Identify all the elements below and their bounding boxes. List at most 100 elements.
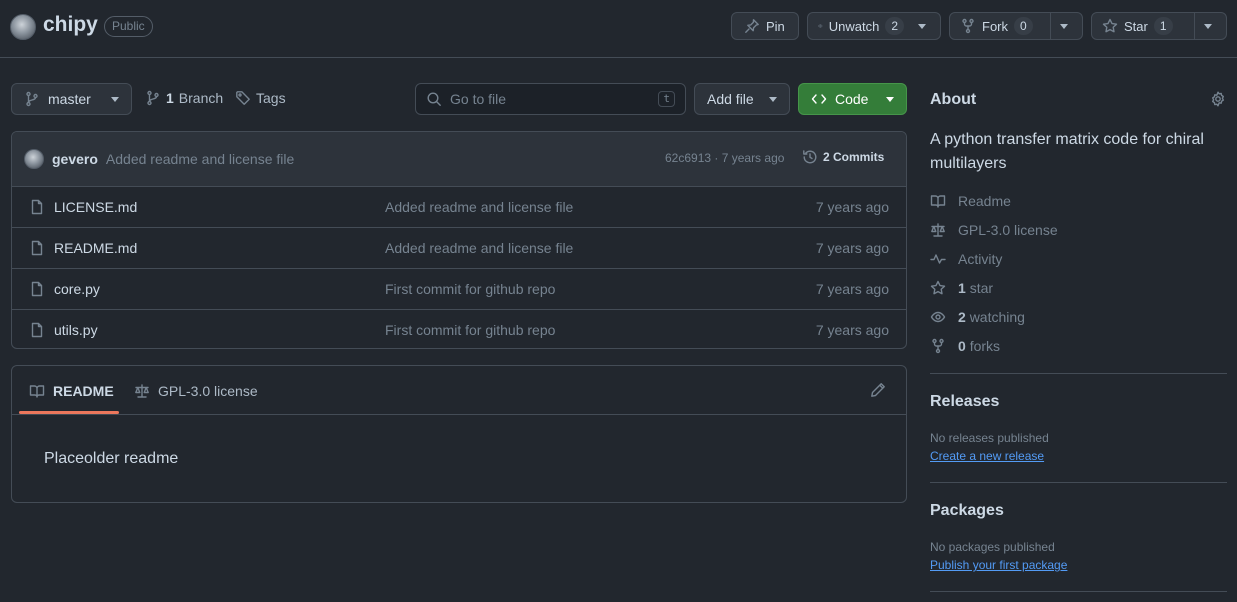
readme-tabs: README GPL-3.0 license — [12, 366, 906, 415]
license-link[interactable]: GPL-3.0 license — [930, 222, 1058, 238]
stars-link[interactable]: 1 star — [930, 280, 993, 296]
about-title: About — [930, 91, 977, 108]
about-description: A python transfer matrix code for chiral… — [930, 131, 1204, 172]
code-icon — [811, 94, 827, 104]
packages-title[interactable]: Packages — [930, 502, 1004, 520]
book-icon — [29, 384, 45, 398]
file-commit-message[interactable]: First commit for github repo — [385, 322, 555, 338]
file-commit-message[interactable]: Added readme and license file — [385, 240, 573, 256]
activity-link[interactable]: Activity — [930, 251, 1002, 267]
fork-dropdown[interactable] — [1050, 13, 1077, 39]
pulse-icon — [930, 254, 946, 264]
file-name[interactable]: utils.py — [54, 322, 98, 338]
visibility-badge: Public — [104, 16, 153, 37]
edit-about-button[interactable] — [1210, 91, 1226, 107]
tags-link[interactable]: Tags — [235, 90, 286, 106]
commits-link[interactable]: 2 Commits — [802, 149, 884, 165]
file-name[interactable]: LICENSE.md — [54, 199, 137, 215]
chevron-down-icon — [886, 96, 894, 102]
branch-icon — [147, 90, 159, 106]
eye-icon — [818, 24, 823, 28]
readme-link[interactable]: Readme — [930, 193, 1011, 209]
code-label: Code — [835, 91, 869, 107]
file-icon — [31, 281, 43, 297]
divider — [930, 591, 1227, 592]
readme-content: Placeolder readme — [44, 450, 179, 467]
watchers-link[interactable]: 2 watching — [930, 309, 1025, 325]
publish-package-link[interactable]: Publish your first package — [930, 558, 1067, 572]
add-file-button[interactable]: Add file — [694, 83, 790, 115]
fork-counter: 0 — [1014, 17, 1033, 35]
chevron-down-icon — [1204, 23, 1212, 29]
latest-commit: gevero Added readme and license file 62c… — [12, 132, 906, 187]
commit-message[interactable]: Added readme and license file — [106, 151, 294, 167]
chevron-down-icon — [1060, 23, 1068, 29]
file-time: 7 years ago — [815, 199, 889, 215]
file-browser: gevero Added readme and license file 62c… — [11, 131, 907, 349]
law-icon — [135, 383, 149, 398]
commit-author[interactable]: gevero — [52, 151, 98, 167]
file-time: 7 years ago — [815, 322, 889, 338]
fork-button[interactable]: Fork 0 — [949, 12, 1083, 40]
chevron-down-icon — [769, 96, 777, 102]
tab-license[interactable]: GPL-3.0 license — [134, 366, 258, 415]
file-commit-message[interactable]: Added readme and license file — [385, 199, 573, 215]
repo-name[interactable]: chipy — [43, 13, 98, 37]
table-row[interactable]: core.py First commit for github repo 7 y… — [12, 269, 906, 310]
table-row[interactable]: LICENSE.md Added readme and license file… — [12, 187, 906, 228]
watch-button[interactable]: Unwatch 2 — [807, 12, 941, 40]
branch-count: 1 — [166, 90, 174, 106]
file-commit-message[interactable]: First commit for github repo — [385, 281, 555, 297]
star-counter: 1 — [1153, 17, 1173, 35]
watching-count: 2 — [958, 309, 966, 325]
releases-status: No releases published — [930, 431, 1049, 445]
divider — [930, 482, 1227, 483]
search-shortcut: t — [658, 91, 675, 107]
stars-count: 1 — [958, 280, 966, 296]
table-row[interactable]: README.md Added readme and license file … — [12, 228, 906, 269]
tab-readme[interactable]: README — [29, 366, 114, 415]
star-icon — [930, 280, 946, 295]
avatar[interactable] — [24, 149, 44, 169]
pin-button[interactable]: Pin — [731, 12, 799, 40]
table-row[interactable]: utils.py First commit for github repo 7 … — [12, 310, 906, 348]
file-icon — [31, 322, 43, 338]
forks-label: forks — [969, 338, 1001, 354]
activity-link-label: Activity — [958, 251, 1003, 267]
tab-readme-label: README — [53, 382, 114, 399]
file-name[interactable]: README.md — [54, 240, 137, 256]
go-to-file-input[interactable]: Go to file t — [415, 83, 686, 115]
readme-panel: README GPL-3.0 license Placeolder readme — [11, 365, 907, 503]
tags-label: Tags — [256, 90, 286, 106]
star-dropdown[interactable] — [1194, 13, 1221, 39]
divider — [930, 373, 1227, 374]
code-button[interactable]: Code — [798, 83, 907, 115]
watch-label: Unwatch — [828, 18, 880, 34]
file-name[interactable]: core.py — [54, 281, 100, 297]
fork-icon — [932, 338, 944, 354]
watch-counter: 2 — [885, 17, 904, 35]
branch-selector[interactable]: master — [11, 83, 132, 115]
owner-avatar[interactable] — [10, 14, 36, 40]
fork-label: Fork — [982, 18, 1008, 34]
star-button[interactable]: Star 1 — [1091, 12, 1227, 40]
pencil-icon — [871, 383, 885, 397]
create-release-link[interactable]: Create a new release — [930, 449, 1044, 463]
forks-link[interactable]: 0 forks — [930, 338, 1000, 354]
watch-dropdown[interactable] — [914, 13, 932, 39]
chevron-down-icon — [111, 96, 119, 102]
edit-readme-button[interactable] — [870, 382, 886, 398]
file-time: 7 years ago — [815, 240, 889, 256]
star-label: Star — [1124, 18, 1148, 34]
fork-icon — [962, 18, 974, 34]
eye-icon — [930, 311, 946, 323]
repo-header: chipy Public Pin Unwatch 2 Fork 0 Star 1 — [0, 0, 1237, 58]
search-placeholder: Go to file — [450, 91, 507, 107]
file-icon — [31, 199, 43, 215]
branches-link[interactable]: 1 Branch — [145, 90, 223, 106]
commit-meta[interactable]: 62c6913 · 7 years ago — [665, 151, 784, 165]
watching-label: watching — [969, 309, 1025, 325]
branch-icon — [26, 91, 38, 107]
commits-label: 2 Commits — [823, 150, 885, 164]
releases-title[interactable]: Releases — [930, 393, 999, 411]
